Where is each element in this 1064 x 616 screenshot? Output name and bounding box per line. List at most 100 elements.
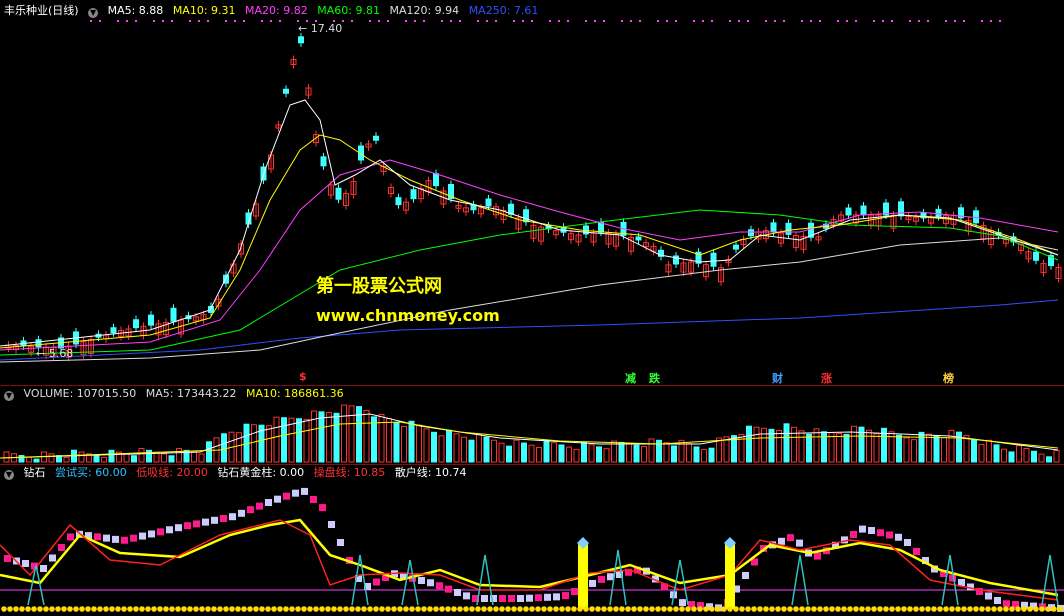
indicator-gold-bar: 钻石黄金柱: 0.00 bbox=[217, 466, 305, 479]
dot-mark bbox=[351, 20, 353, 22]
volume-bar bbox=[791, 426, 797, 463]
volume-bar bbox=[506, 445, 512, 463]
baseline-dot bbox=[697, 606, 703, 612]
low-arrow-icon: ← bbox=[36, 347, 46, 360]
indicator-step bbox=[913, 548, 920, 555]
high-price-label: ← 17.40 bbox=[298, 22, 342, 35]
baseline-dot bbox=[289, 606, 295, 612]
volume-bar bbox=[483, 436, 490, 463]
indicator-step bbox=[499, 595, 506, 602]
volume-bar bbox=[198, 453, 205, 463]
chevron-down-icon[interactable]: ▼ bbox=[4, 391, 14, 401]
watermark-title: 第一股票公式网 bbox=[316, 276, 442, 297]
baseline-dot bbox=[55, 606, 61, 612]
price-chart[interactable] bbox=[0, 0, 1064, 385]
indicator-step bbox=[256, 502, 263, 510]
indicator-step bbox=[67, 533, 74, 541]
baseline-dot bbox=[769, 606, 775, 612]
baseline-dot bbox=[271, 606, 277, 612]
volume-bar bbox=[18, 455, 25, 463]
volume-bar bbox=[903, 437, 910, 463]
indicator-step bbox=[796, 539, 803, 547]
marker-die: 跌 bbox=[649, 372, 660, 385]
baseline-dot bbox=[937, 606, 943, 612]
baseline-dot bbox=[439, 606, 445, 612]
volume-bar bbox=[468, 439, 475, 463]
dot-mark bbox=[702, 20, 704, 22]
volume-bar bbox=[573, 448, 580, 463]
dot-mark bbox=[405, 20, 407, 22]
candle bbox=[845, 207, 852, 216]
baseline-dot bbox=[109, 606, 115, 612]
candle bbox=[898, 201, 904, 217]
volume-bar bbox=[438, 435, 445, 463]
baseline-dot bbox=[685, 606, 691, 612]
baseline-dot bbox=[853, 606, 859, 612]
volume-bar bbox=[131, 455, 137, 463]
indicator-retail-line: 散户线: 10.74 bbox=[394, 466, 467, 479]
baseline-dot bbox=[475, 606, 481, 612]
indicator-step bbox=[481, 595, 488, 602]
indicator-name[interactable]: 钻石 bbox=[24, 466, 46, 479]
baseline-dot bbox=[661, 606, 667, 612]
baseline-dot bbox=[571, 606, 577, 612]
volume-bar bbox=[378, 413, 385, 463]
volume-panel[interactable]: ▼ VOLUME: 107015.50 MA5: 173443.22 MA10:… bbox=[0, 386, 1064, 464]
dot-mark bbox=[423, 20, 425, 22]
baseline-dot bbox=[1009, 606, 1015, 612]
baseline-dot bbox=[67, 606, 73, 612]
indicator-step bbox=[553, 593, 560, 601]
try-buy-spike bbox=[1041, 554, 1059, 606]
indicator-step bbox=[607, 573, 614, 581]
indicator-step bbox=[247, 506, 254, 514]
indicator-step bbox=[742, 572, 749, 579]
baseline-dot bbox=[955, 606, 961, 612]
marker-cai: 财 bbox=[772, 372, 783, 385]
baseline-dot bbox=[781, 606, 787, 612]
volume-bar bbox=[746, 425, 752, 463]
candle bbox=[335, 187, 342, 200]
baseline-dot bbox=[145, 606, 151, 612]
indicator-try-buy: 尝试买: 60.00 bbox=[55, 466, 127, 479]
dot-mark bbox=[963, 20, 965, 22]
dot-mark bbox=[486, 20, 488, 22]
indicator-step bbox=[139, 532, 146, 540]
indicator-step bbox=[436, 582, 443, 590]
indicator-step bbox=[337, 539, 344, 546]
dot-mark bbox=[666, 20, 668, 22]
dot-mark bbox=[207, 20, 209, 22]
candle bbox=[395, 197, 402, 206]
indicator-panel[interactable]: ▼ 钻石 尝试买: 60.00 低吸线: 20.00 钻石黄金柱: 0.00 操… bbox=[0, 465, 1064, 616]
volume-bar bbox=[776, 429, 782, 463]
baseline-dot bbox=[307, 606, 313, 612]
baseline-dot bbox=[355, 606, 361, 612]
baseline-dot bbox=[103, 606, 109, 612]
volume-bar bbox=[161, 453, 167, 463]
candle bbox=[523, 209, 529, 223]
indicator-step bbox=[454, 589, 461, 596]
volume-bar bbox=[371, 416, 377, 463]
indicator-step bbox=[328, 521, 335, 528]
baseline-dot bbox=[637, 606, 643, 612]
indicator-step bbox=[220, 515, 227, 522]
indicator-header: ▼ 钻石 尝试买: 60.00 低吸线: 20.00 钻石黄金柱: 0.00 操… bbox=[4, 466, 473, 480]
indicator-chart[interactable] bbox=[0, 465, 1064, 616]
chevron-down-icon[interactable]: ▼ bbox=[4, 470, 14, 480]
indicator-step bbox=[787, 534, 794, 542]
volume-bar bbox=[813, 428, 820, 463]
indicator-step bbox=[589, 579, 596, 587]
volume-bar bbox=[333, 412, 340, 463]
candle bbox=[110, 327, 117, 334]
volume-bar bbox=[408, 420, 415, 463]
volume-bar bbox=[1031, 450, 1037, 463]
candle bbox=[1033, 251, 1039, 261]
volume-bar bbox=[978, 444, 985, 463]
candle bbox=[973, 210, 979, 224]
dot-mark bbox=[738, 20, 740, 22]
baseline-dot bbox=[889, 606, 895, 612]
indicator-step bbox=[58, 544, 65, 551]
price-panel[interactable]: 丰乐种业(日线) ▼ MA5: 8.88 MA10: 9.31 MA20: 9.… bbox=[0, 0, 1064, 385]
baseline-dot bbox=[301, 606, 307, 612]
baseline-dot bbox=[805, 606, 811, 612]
dot-mark bbox=[117, 20, 119, 22]
